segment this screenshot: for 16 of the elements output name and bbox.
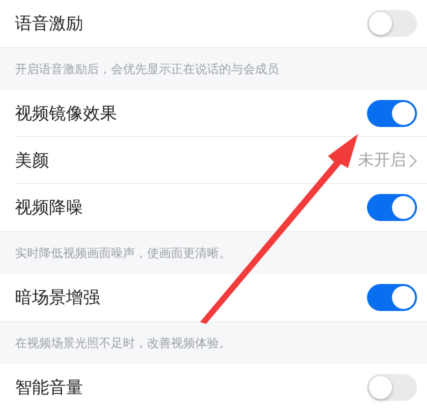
toggle-switch[interactable] [367,284,417,311]
toggle-switch[interactable] [367,374,417,401]
setting-label: 暗场景增强 [15,287,100,309]
setting-value-link[interactable]: 未开启 [358,150,417,171]
section-note: 在视频场景光照不足时，改善视频体验。 [15,334,231,352]
toggle-switch[interactable] [367,100,417,127]
setting-label: 视频镜像效果 [15,103,117,125]
toggle-switch[interactable] [367,10,417,37]
setting-label: 视频降噪 [15,197,83,219]
chevron-icon [409,154,417,168]
setting-label: 美颜 [15,150,49,172]
setting-label: 智能音量 [15,377,83,399]
toggle-switch[interactable] [367,194,417,221]
setting-label: 语音激励 [15,13,83,35]
section-note: 开启语音激励后，会优先显示正在说话的与会成员 [15,60,279,78]
section-note: 实时降低视频画面噪声，使画面更清晰。 [15,244,231,262]
